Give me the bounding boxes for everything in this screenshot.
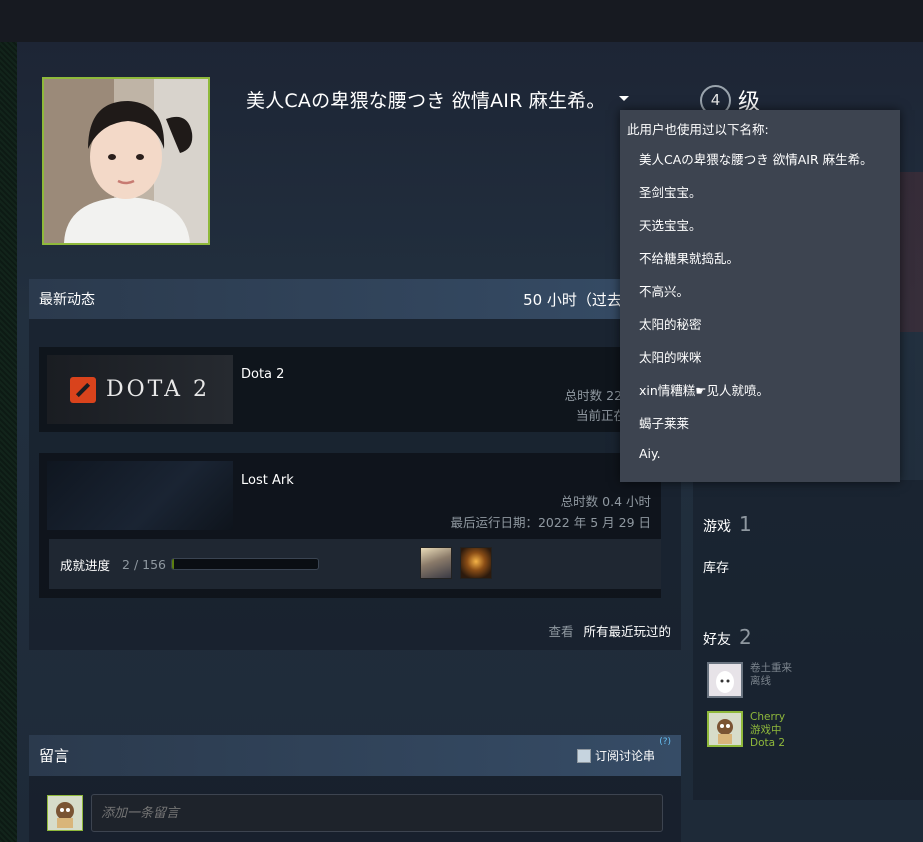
comment-compose: [47, 794, 663, 832]
friend-game: Dota 2: [750, 737, 786, 749]
friend-avatar: [707, 711, 743, 747]
game-total-hours: 总时数 0.4 小时: [560, 494, 651, 509]
alias-dropdown-caret-icon[interactable]: [619, 96, 629, 101]
game-card-dota2: DOTA 2 Dota 2 总时数 22 小时 当前正在游戏: [39, 347, 661, 432]
lost-ark-capsule-image[interactable]: [47, 461, 233, 530]
friends-count-link[interactable]: 好友 2: [703, 625, 752, 649]
friend-item[interactable]: 卷土重来 离线: [707, 662, 792, 698]
subscribe-label: 订阅讨论串: [594, 749, 655, 763]
alias-list: 美人CAの卑猥な腰つき 欲情AIR 麻生希。 圣剑宝宝。 天选宝宝。 不给糖果就…: [639, 149, 873, 479]
achievement-progress-bar[interactable]: 成就进度 2 / 156: [49, 539, 661, 589]
games-count-link[interactable]: 游戏 1: [703, 512, 752, 536]
alias-history-title: 此用户也使用过以下名称:: [627, 122, 769, 137]
subscribe-thread[interactable]: 订阅讨论串 (?): [576, 737, 671, 764]
achievement-progress-fill: [172, 559, 174, 569]
game-card-lost-ark: Lost Ark 总时数 0.4 小时 最后运行日期：2022 年 5 月 29…: [39, 453, 661, 598]
alias-item: 圣剑宝宝。: [639, 185, 702, 200]
alias-item: 不给糖果就捣乱。: [639, 251, 740, 266]
comments-header: 留言 订阅讨论串 (?): [29, 735, 681, 776]
friend-item[interactable]: Cherry 游戏中 Dota 2: [707, 711, 785, 750]
alias-item: Aiy.: [639, 446, 661, 461]
alias-item: 太阳的秘密: [639, 317, 702, 332]
persona-name: 美人CAの卑猥な腰つき 欲情AIR 麻生希。: [246, 90, 606, 112]
game-last-played: 最后运行日期：2022 年 5 月 29 日: [450, 515, 651, 530]
help-icon[interactable]: (?): [659, 737, 671, 747]
achievement-progress-track: [171, 558, 319, 570]
games-count: 1: [739, 512, 752, 536]
alias-item: 天选宝宝。: [639, 218, 702, 233]
view-all-recent: 查看 所有最近玩过的: [548, 621, 671, 640]
view-prefix: 查看: [548, 624, 574, 639]
achievement-icon[interactable]: [420, 547, 452, 579]
alias-item: xin情糟糕☛见人就喷。: [639, 383, 769, 398]
friend-avatar-image: [709, 664, 741, 696]
alias-item: 不高兴。: [639, 284, 690, 299]
commenter-avatar: [47, 795, 83, 831]
recent-activity-title: 最新动态: [39, 292, 95, 308]
profile-avatar[interactable]: [42, 77, 210, 245]
alias-item: 美人CAの卑猥な腰つき 欲情AIR 麻生希。: [639, 152, 873, 167]
dota2-logo-icon: [69, 376, 96, 403]
alias-history-popup: 此用户也使用过以下名称: 美人CAの卑猥な腰つき 欲情AIR 麻生希。 圣剑宝宝…: [620, 110, 900, 482]
friend-info: Cherry 游戏中 Dota 2: [750, 711, 785, 750]
friend-status: 离线: [750, 675, 771, 687]
avatar-image: [44, 79, 208, 243]
dota2-logo-text: DOTA 2: [105, 377, 211, 402]
achievement-label: 成就进度: [60, 557, 111, 573]
top-bar: [0, 0, 923, 42]
friend-info: 卷土重来 离线: [750, 662, 792, 688]
comments-panel: 留言 订阅讨论串 (?): [29, 735, 681, 842]
friend-name: 卷土重来: [750, 662, 792, 674]
alias-item: 太阳的咪咪: [639, 350, 702, 365]
comment-input[interactable]: [91, 794, 663, 832]
recent-activity-panel: 最新动态 50 小时（过去 2 周） DOTA 2 Dota 2 总时数 22 …: [29, 279, 681, 650]
friend-avatar-image: [709, 713, 741, 745]
commenter-avatar-image: [48, 796, 82, 830]
friend-name: Cherry: [750, 711, 786, 723]
page-background-strip: [0, 42, 17, 842]
friend-avatar: [707, 662, 743, 698]
games-label: 游戏: [703, 519, 731, 535]
dota2-capsule-image[interactable]: DOTA 2: [47, 355, 233, 424]
comments-title: 留言: [39, 747, 70, 765]
alias-item: 蝎子莱莱: [639, 416, 690, 431]
friends-count: 2: [739, 625, 752, 649]
inventory-link[interactable]: 库存: [703, 557, 729, 576]
profile-sidebar: 游戏 1 库存 好友 2 卷土重来 离线 Cherry 游戏中 Dota 2: [693, 480, 923, 800]
game-name[interactable]: Lost Ark: [241, 473, 294, 488]
dota2-logo: DOTA 2: [69, 376, 211, 403]
view-all-recent-link[interactable]: 所有最近玩过的: [583, 624, 671, 639]
subscribe-checkbox[interactable]: [576, 748, 591, 763]
game-name[interactable]: Dota 2: [241, 367, 284, 382]
friends-label: 好友: [703, 632, 731, 648]
achievement-icon[interactable]: [460, 547, 492, 579]
friend-status: 游戏中: [750, 724, 782, 736]
achievement-count: 2 / 156: [122, 556, 166, 572]
recent-activity-header: 最新动态 50 小时（过去 2 周）: [29, 279, 681, 319]
